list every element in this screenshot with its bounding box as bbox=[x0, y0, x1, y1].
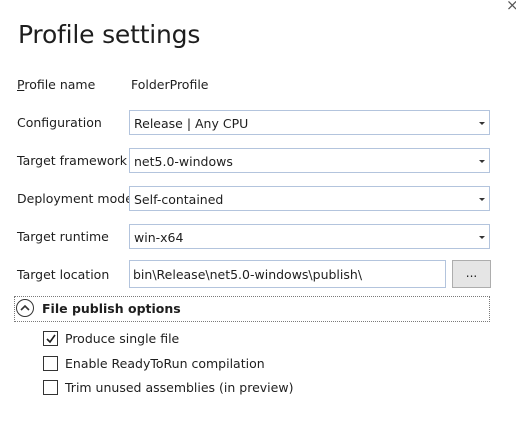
target-framework-dropdown[interactable]: net5.0-windows bbox=[129, 148, 490, 173]
target-location-label: Target location bbox=[17, 267, 110, 282]
deployment-mode-value: Self-contained bbox=[134, 192, 224, 207]
configuration-label: Configuration bbox=[17, 115, 102, 130]
chevron-down-icon bbox=[479, 122, 485, 125]
checkmark-icon bbox=[46, 334, 56, 344]
target-framework-value: net5.0-windows bbox=[134, 154, 233, 169]
trim-unused-assemblies-checkbox[interactable] bbox=[43, 380, 58, 395]
chevron-down-icon bbox=[479, 236, 485, 239]
target-location-input[interactable] bbox=[130, 261, 445, 287]
close-icon[interactable]: × bbox=[506, 0, 516, 14]
target-location-field[interactable] bbox=[129, 260, 446, 288]
profile-name-label-rest: rofile name bbox=[24, 77, 96, 92]
configuration-value: Release | Any CPU bbox=[134, 116, 249, 131]
enable-readytorun-label: Enable ReadyToRun compilation bbox=[65, 356, 265, 371]
chevron-up-icon[interactable] bbox=[16, 299, 34, 317]
produce-single-file-label: Produce single file bbox=[65, 331, 180, 346]
file-publish-options-header[interactable]: File publish options bbox=[14, 296, 490, 322]
browse-button[interactable]: ... bbox=[452, 260, 491, 288]
target-framework-label: Target framework bbox=[17, 153, 127, 168]
page-title: Profile settings bbox=[18, 20, 201, 49]
chevron-down-icon bbox=[479, 160, 485, 163]
configuration-dropdown[interactable]: Release | Any CPU bbox=[129, 110, 490, 135]
trim-unused-assemblies-label: Trim unused assemblies (in preview) bbox=[65, 380, 294, 395]
target-runtime-dropdown[interactable]: win-x64 bbox=[129, 224, 490, 249]
target-runtime-value: win-x64 bbox=[134, 230, 184, 245]
target-runtime-label: Target runtime bbox=[17, 229, 109, 244]
enable-readytorun-checkbox[interactable] bbox=[43, 356, 58, 371]
profile-name-label: Profile name bbox=[17, 77, 95, 92]
produce-single-file-checkbox[interactable] bbox=[43, 331, 58, 346]
profile-name-value: FolderProfile bbox=[131, 77, 209, 92]
chevron-down-icon bbox=[479, 198, 485, 201]
deployment-mode-label: Deployment mode bbox=[17, 191, 133, 206]
file-publish-options-title: File publish options bbox=[42, 301, 181, 316]
deployment-mode-dropdown[interactable]: Self-contained bbox=[129, 186, 490, 211]
